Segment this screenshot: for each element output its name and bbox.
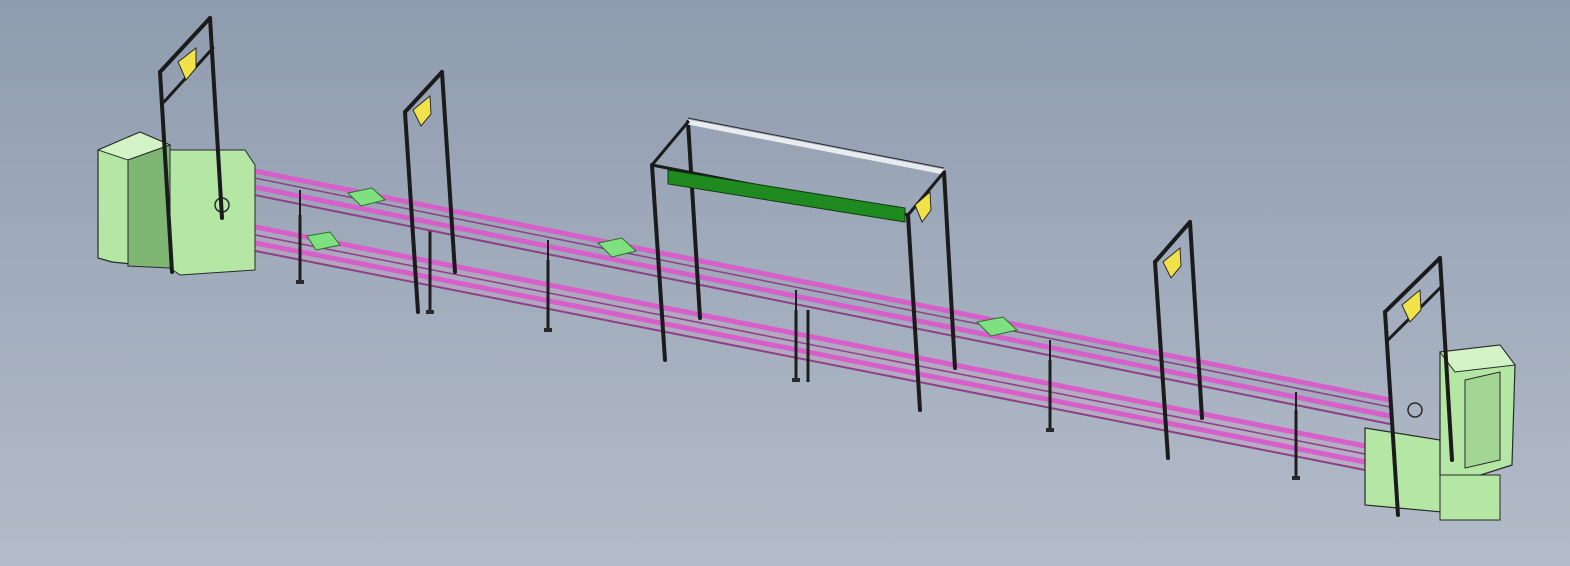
cabinet-door <box>1464 371 1501 469</box>
leg-foot <box>426 310 434 314</box>
gantry-post <box>440 70 457 274</box>
lower-rail-front <box>209 231 1376 467</box>
white-top-bar-edge <box>687 117 945 169</box>
leg-foot <box>792 378 800 382</box>
white-top-bar <box>687 119 945 175</box>
left-drive-cabinet <box>96 131 256 276</box>
sensor-bracket-icon <box>177 46 197 81</box>
cabinet-lower <box>1439 474 1501 521</box>
leg-foot <box>544 328 552 332</box>
drive-motor-icon <box>1407 402 1423 418</box>
drive-housing <box>169 149 256 276</box>
lower-rail-back-edge <box>209 225 1376 457</box>
leg-feet <box>296 280 1300 480</box>
leg-foot <box>296 280 304 284</box>
leg-foot <box>1292 476 1300 480</box>
gantry-post <box>1188 220 1204 420</box>
cad-viewport[interactable] <box>0 0 1570 566</box>
leg-foot <box>1046 428 1054 432</box>
cabinet-body <box>1364 427 1443 513</box>
gantry-post <box>942 170 957 370</box>
conveyor-model <box>96 16 1516 521</box>
gantry-side-beam <box>650 120 690 167</box>
gantry-post <box>686 120 702 320</box>
lower-conveyor-level <box>209 215 1376 473</box>
green-panel <box>667 169 906 223</box>
